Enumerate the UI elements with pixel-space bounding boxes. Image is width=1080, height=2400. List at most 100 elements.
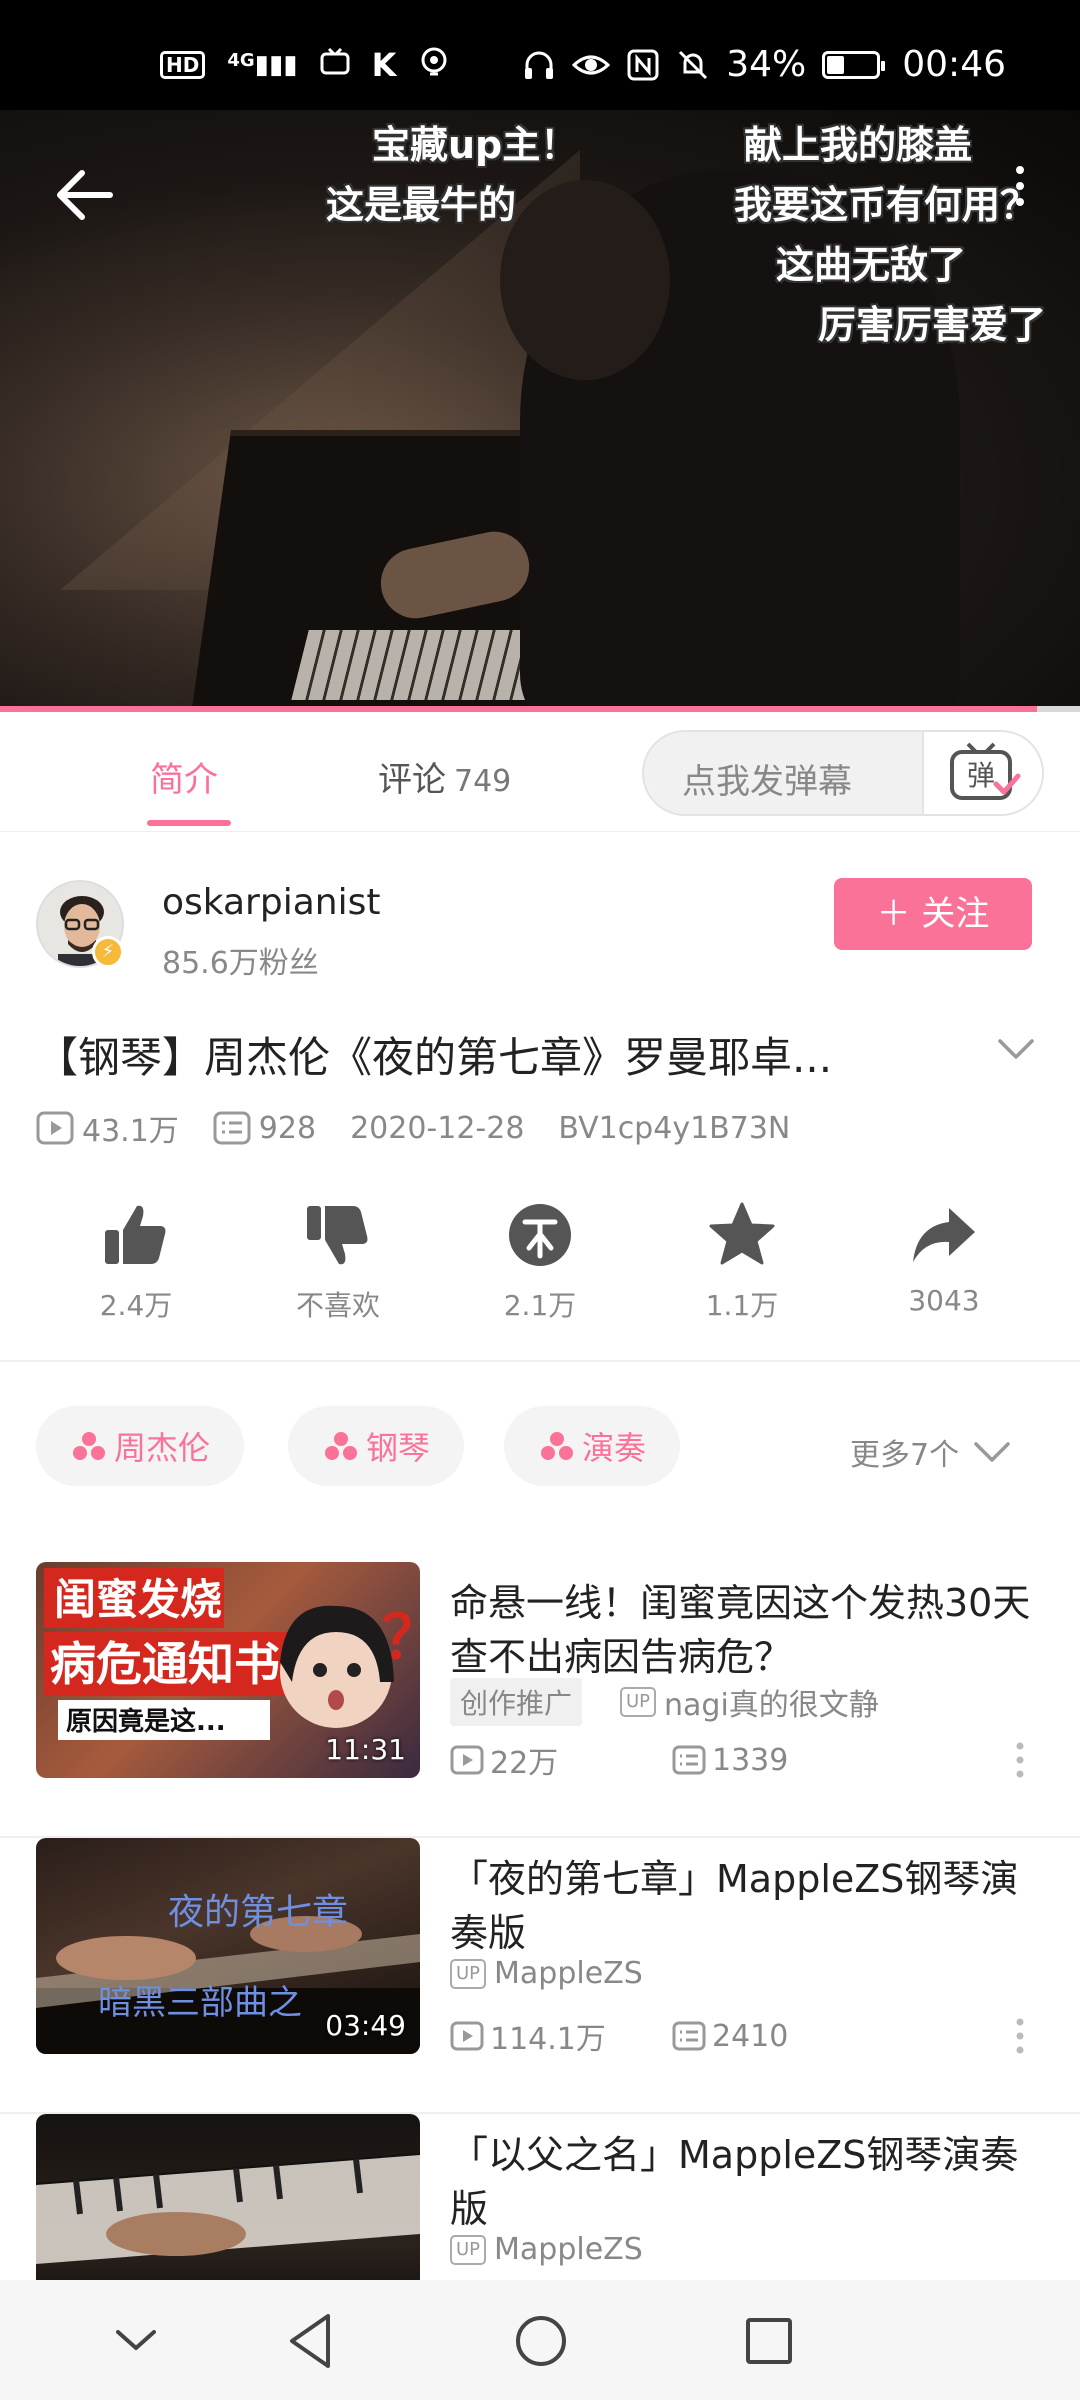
related-video-title[interactable]: 「夜的第七章」MappleZS钢琴演奏版 xyxy=(450,1852,1050,1960)
related-video-item[interactable]: 闺蜜发烧 病危通知书 原因竟是这... ？ 11:31 命悬一线！闺蜜竟因这个发… xyxy=(0,1562,1080,1838)
dislike-button[interactable]: 不喜欢 xyxy=(258,1200,418,1324)
danmaku-count-icon xyxy=(672,1745,706,1775)
related-views: 22万 xyxy=(490,1746,559,1781)
video-thumbnail[interactable]: 闺蜜发烧 病危通知书 原因竟是这... ？ 11:31 xyxy=(36,1562,420,1778)
like-count: 2.4万 xyxy=(99,1289,173,1322)
hd-icon: HD xyxy=(160,50,206,79)
video-thumbnail[interactable]: 夜的第七章 暗黑三部曲之 03:49 xyxy=(36,1838,420,2054)
back-arrow-icon[interactable] xyxy=(50,160,120,230)
status-right: 34% 00:46 xyxy=(522,44,1006,85)
tab-active-indicator xyxy=(147,820,231,826)
video-duration: 11:31 xyxy=(325,1733,406,1766)
uploader-name[interactable]: oskarpianist xyxy=(162,882,380,923)
share-arrow-icon xyxy=(913,1208,975,1262)
related-uploader-name: MappleZS xyxy=(494,2232,643,2267)
related-uploader[interactable]: UP nagi真的很文静 xyxy=(620,1680,879,1724)
tab-comments[interactable]: 评论 749 xyxy=(378,752,511,801)
dislike-label: 不喜欢 xyxy=(295,1289,380,1322)
nav-home-icon[interactable] xyxy=(506,2306,576,2376)
related-uploader[interactable]: UP MappleZS xyxy=(450,1956,643,1991)
related-comments: 2410 xyxy=(712,2018,789,2054)
nfc-icon xyxy=(627,49,659,80)
thumbs-down-icon xyxy=(307,1206,368,1265)
bvid: BV1cp4y1B73N xyxy=(558,1110,791,1146)
more-options-icon[interactable] xyxy=(1016,1742,1024,1778)
chevron-down-icon xyxy=(974,1442,1010,1462)
more-tags-button[interactable]: 更多7个 xyxy=(850,1430,1011,1474)
danmaku-toggle-button[interactable]: 弹 xyxy=(922,732,1042,814)
nav-collapse-chevron-icon[interactable] xyxy=(112,2306,160,2376)
danmaku-count-icon xyxy=(672,2021,706,2051)
thumbs-up-icon xyxy=(105,1205,166,1264)
chevron-down-icon[interactable] xyxy=(996,1036,1036,1062)
tv-icon xyxy=(320,47,350,81)
favorite-button[interactable]: 1.1万 xyxy=(662,1200,822,1324)
eye-icon xyxy=(572,55,611,74)
thumbnail-text: 病危通知书 xyxy=(50,1637,280,1691)
tab-comments-count: 749 xyxy=(454,764,512,799)
battery-icon xyxy=(822,50,886,79)
sim-label: 4G xyxy=(227,49,255,71)
view-count: 43.1万 xyxy=(82,1114,179,1149)
coin-count: 2.1万 xyxy=(503,1289,577,1322)
tag-jay-chou[interactable]: 周杰伦 xyxy=(36,1406,245,1486)
related-uploader[interactable]: UP MappleZS xyxy=(450,2232,643,2267)
thumbnail-text: ？ xyxy=(382,1603,420,1673)
danmaku-comment: 宝藏up主！ xyxy=(372,123,579,167)
k-icon: K xyxy=(371,45,397,84)
tab-bar: 简介 评论 749 点我发弹幕 弹 xyxy=(0,712,1080,832)
battery-fill xyxy=(827,55,844,74)
up-tag-icon: UP xyxy=(620,1687,657,1717)
signal-4g-icon: 4G▮▮▮ xyxy=(227,49,298,80)
video-menu-icon[interactable] xyxy=(1016,166,1024,206)
thumbnail-text: 夜的第七章 xyxy=(168,1892,348,1933)
tag-performance[interactable]: 演奏 xyxy=(504,1406,681,1486)
nav-back-icon[interactable] xyxy=(280,2306,340,2376)
clock: 00:46 xyxy=(902,44,1006,85)
related-views: 114.1万 xyxy=(490,2022,606,2057)
danmaku-comment: 厉害厉害爱了 xyxy=(818,303,1047,347)
thumbnail-text: 闺蜜发烧 xyxy=(54,1575,222,1624)
danmaku-comment: 我要这币有何用？ xyxy=(734,183,1039,227)
video-duration: 03:49 xyxy=(325,2009,406,2042)
tag-icon xyxy=(541,1432,573,1460)
more-options-icon[interactable] xyxy=(1016,2018,1024,2054)
nav-recents-icon[interactable] xyxy=(734,2306,804,2376)
danmaku-comment: 这是最牛的 xyxy=(326,183,517,227)
danmaku-tv-icon: 弹 xyxy=(950,742,1021,800)
like-button[interactable]: 2.4万 xyxy=(56,1200,216,1324)
danmaku-count: 928 xyxy=(258,1110,317,1146)
up-tag-icon: UP xyxy=(450,1958,487,1989)
play-count-icon xyxy=(36,1111,74,1145)
more-tags-label: 更多7个 xyxy=(850,1438,960,1473)
coin-button[interactable]: 2.1万 xyxy=(460,1200,620,1324)
tag-piano[interactable]: 钢琴 xyxy=(288,1406,465,1486)
related-video-title[interactable]: 「以父之名」MappleZS钢琴演奏版 xyxy=(450,2128,1050,2236)
headphones-icon xyxy=(525,51,554,79)
related-comments: 1339 xyxy=(712,1742,789,1778)
related-stats: 22万 1339 xyxy=(450,1738,788,1782)
status-left-icons: HD 4G▮▮▮ K xyxy=(160,46,450,83)
publish-date: 2020-12-28 xyxy=(350,1110,525,1146)
tab-intro[interactable]: 简介 xyxy=(150,752,218,801)
related-video-item[interactable]: 夜的第七章 暗黑三部曲之 03:49 「夜的第七章」MappleZS钢琴演奏版 … xyxy=(0,1838,1080,2114)
danmaku-input[interactable]: 点我发弹幕 弹 xyxy=(642,730,1044,816)
video-title[interactable]: 【钢琴】周杰伦《夜的第七章》罗曼耶卓... xyxy=(36,1024,832,1085)
related-uploader-name: nagi真的很文静 xyxy=(664,1688,879,1723)
share-count: 3043 xyxy=(908,1284,980,1317)
related-video-title[interactable]: 命悬一线！闺蜜竟因这个发热30天查不出病因告病危？ xyxy=(450,1576,1050,1684)
action-row: 2.4万 不喜欢 2.1万 1.1万 3043 xyxy=(0,1200,1080,1340)
video-player[interactable]: 宝藏up主！ 献上我的膝盖 这是最牛的 我要这币有何用？ 这曲无敌了 厉害厉害爱… xyxy=(0,110,1080,710)
system-navigation-bar xyxy=(0,2280,1080,2400)
share-button[interactable]: 3043 xyxy=(864,1200,1024,1317)
follow-button[interactable]: ＋ 关注 xyxy=(834,878,1032,950)
danmaku-comment: 献上我的膝盖 xyxy=(744,123,973,167)
tag-label: 周杰伦 xyxy=(114,1429,211,1467)
status-bar: HD 4G▮▮▮ K 34% 00:46 xyxy=(0,0,1080,110)
verified-badge-icon: ⚡ xyxy=(92,936,124,968)
section-divider xyxy=(0,1360,1080,1362)
star-icon xyxy=(709,1202,775,1265)
related-uploader-name: MappleZS xyxy=(494,1956,643,1991)
favorite-count: 1.1万 xyxy=(705,1289,779,1322)
uploader-fans: 85.6万粉丝 xyxy=(162,946,319,981)
